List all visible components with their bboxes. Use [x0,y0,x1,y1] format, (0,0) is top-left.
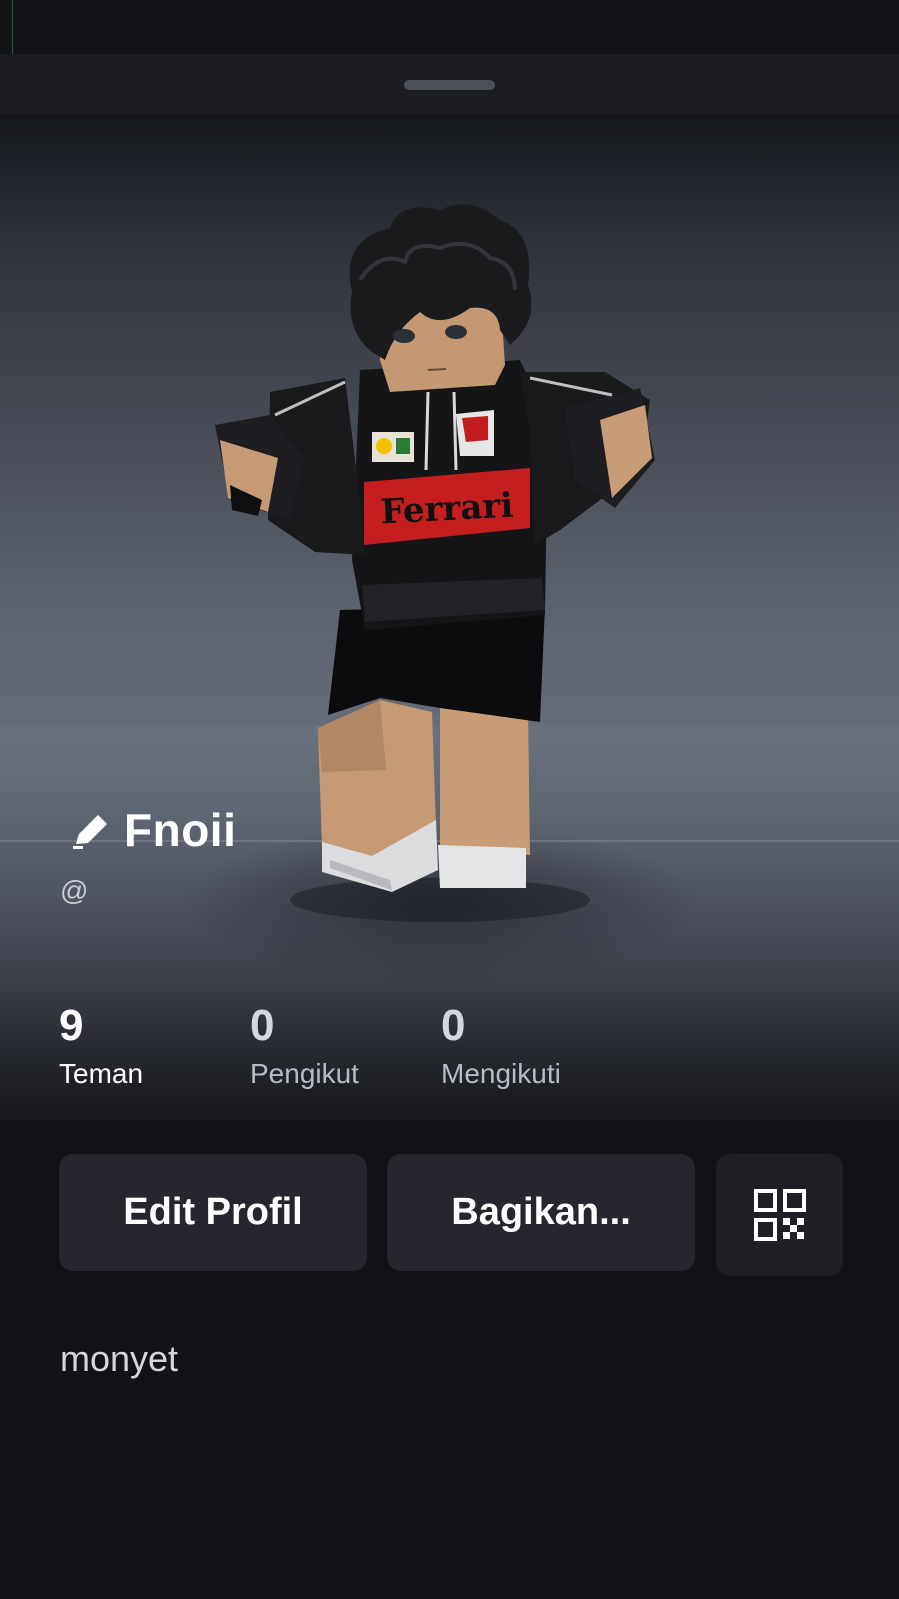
qr-code-icon [753,1189,806,1241]
stat-following-label: Mengikuti [441,1058,561,1089]
stat-following-value: 0 [441,1001,466,1050]
profile-screen: Ferrari Fnoii @ 9 Teman 0 Pengikut 0 Men… [0,0,899,1599]
stat-followers[interactable]: 0 Pengikut [250,1000,359,1096]
pencil-icon[interactable] [70,808,114,852]
display-name-row[interactable]: Fnoii [70,800,236,860]
status-area [0,0,899,54]
stat-friends-value: 9 [59,1001,84,1050]
drag-handle[interactable] [404,80,495,90]
share-button[interactable]: Bagikan... [387,1154,695,1271]
display-name: Fnoii [124,804,237,856]
qr-code-button[interactable] [716,1154,843,1276]
username: @ [60,875,89,906]
stat-friends-label: Teman [59,1058,144,1089]
bio-text: monyet [60,1338,179,1379]
stat-followers-value: 0 [250,1001,275,1050]
stat-following[interactable]: 0 Mengikuti [441,1000,561,1096]
avatar-stage [0,114,899,1120]
stat-friends[interactable]: 9 Teman [59,1000,143,1096]
stat-followers-label: Pengikut [250,1058,359,1089]
edit-profile-button[interactable]: Edit Profil [59,1154,367,1271]
